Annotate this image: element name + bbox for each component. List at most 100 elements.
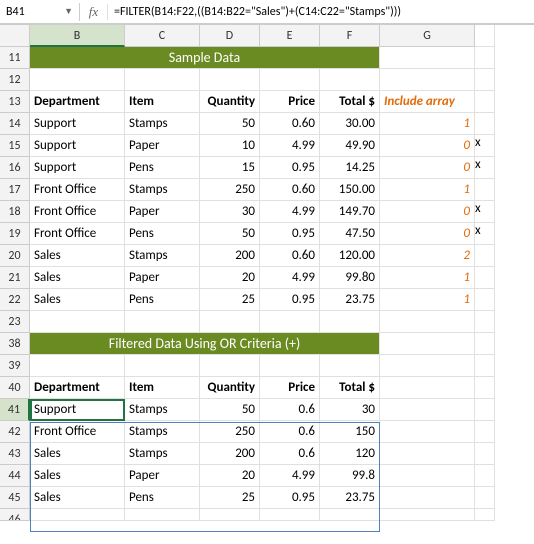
col-header-F[interactable]: F: [320, 25, 380, 47]
row-header-20[interactable]: 20: [0, 245, 30, 267]
cell[interactable]: [380, 465, 475, 487]
cell[interactable]: Sales: [30, 465, 125, 487]
cell[interactable]: Pens: [125, 223, 200, 245]
cell[interactable]: 200: [200, 443, 260, 465]
row-header-46[interactable]: 46: [0, 509, 30, 521]
row-header-14[interactable]: 14: [0, 113, 30, 135]
cell[interactable]: [320, 311, 380, 333]
cell[interactable]: [380, 333, 475, 355]
select-all-corner[interactable]: [0, 25, 30, 47]
cell[interactable]: 1: [380, 289, 475, 311]
cell[interactable]: 99.8: [320, 465, 380, 487]
cell[interactable]: 200: [200, 245, 260, 267]
cell[interactable]: [380, 311, 475, 333]
cell[interactable]: Sales: [30, 443, 125, 465]
cell[interactable]: [30, 355, 125, 377]
cell[interactable]: Pens: [125, 157, 200, 179]
cell[interactable]: 0.95: [260, 157, 320, 179]
chevron-down-icon[interactable]: ▼: [64, 6, 73, 17]
cell[interactable]: [200, 311, 260, 333]
cell[interactable]: 49.90: [320, 135, 380, 157]
cell[interactable]: 2: [380, 245, 475, 267]
cell[interactable]: 15: [200, 157, 260, 179]
header-include[interactable]: Include array: [380, 91, 475, 113]
cell[interactable]: 0: [380, 223, 475, 245]
cell[interactable]: [30, 311, 125, 333]
cell[interactable]: [260, 69, 320, 91]
row-header-40[interactable]: 40: [0, 377, 30, 399]
cell[interactable]: [320, 509, 380, 521]
row-header-38[interactable]: 38: [0, 333, 30, 355]
cell[interactable]: [125, 509, 200, 521]
cell[interactable]: [320, 69, 380, 91]
header-item[interactable]: Item: [125, 377, 200, 399]
cell[interactable]: 250: [200, 421, 260, 443]
cell[interactable]: 0.6: [260, 399, 320, 421]
cell[interactable]: [125, 311, 200, 333]
cell[interactable]: [30, 69, 125, 91]
row-header-18[interactable]: 18: [0, 201, 30, 223]
cell[interactable]: [320, 355, 380, 377]
cell[interactable]: 23.75: [320, 487, 380, 509]
cell[interactable]: 25: [200, 487, 260, 509]
cell[interactable]: 50: [200, 399, 260, 421]
row-header-11[interactable]: 11: [0, 47, 30, 69]
cell[interactable]: 10: [200, 135, 260, 157]
cell[interactable]: Front Office: [30, 223, 125, 245]
cell[interactable]: [380, 69, 475, 91]
cell[interactable]: 120.00: [320, 245, 380, 267]
cell[interactable]: Paper: [125, 465, 200, 487]
cell[interactable]: [380, 509, 475, 521]
col-header-D[interactable]: D: [200, 25, 260, 47]
cell[interactable]: 0: [380, 201, 475, 223]
cell[interactable]: 30.00: [320, 113, 380, 135]
cell[interactable]: 20: [200, 267, 260, 289]
header-item[interactable]: Item: [125, 91, 200, 113]
cell[interactable]: 14.25: [320, 157, 380, 179]
col-header-G[interactable]: G: [380, 25, 475, 47]
cell[interactable]: Stamps: [125, 421, 200, 443]
cell[interactable]: 50: [200, 223, 260, 245]
cell[interactable]: 0.95: [260, 223, 320, 245]
cell[interactable]: 150.00: [320, 179, 380, 201]
formula-bar[interactable]: =FILTER(B14:F22,((B14:B22="Sales")+(C14:…: [108, 3, 534, 21]
cell[interactable]: 30: [200, 201, 260, 223]
cell[interactable]: 0.6: [260, 443, 320, 465]
cell[interactable]: [380, 443, 475, 465]
row-header-12[interactable]: 12: [0, 69, 30, 91]
cell[interactable]: 0.95: [260, 487, 320, 509]
cell[interactable]: 50: [200, 113, 260, 135]
cell[interactable]: Support: [30, 157, 125, 179]
row-header-39[interactable]: 39: [0, 355, 30, 377]
row-header-19[interactable]: 19: [0, 223, 30, 245]
cell[interactable]: Front Office: [30, 421, 125, 443]
row-header-13[interactable]: 13: [0, 91, 30, 113]
cell[interactable]: 250: [200, 179, 260, 201]
cell[interactable]: 0.6: [260, 421, 320, 443]
cell[interactable]: 149.70: [320, 201, 380, 223]
cell[interactable]: [260, 509, 320, 521]
cell[interactable]: Support: [30, 113, 125, 135]
cell[interactable]: [260, 355, 320, 377]
cell[interactable]: Sales: [30, 245, 125, 267]
col-header-B[interactable]: B: [30, 25, 125, 47]
header-dept[interactable]: Department: [30, 377, 125, 399]
cell[interactable]: [380, 399, 475, 421]
cell[interactable]: 20: [200, 465, 260, 487]
cell[interactable]: 4.99: [260, 465, 320, 487]
cell[interactable]: [380, 421, 475, 443]
cell[interactable]: 0: [380, 157, 475, 179]
row-header-15[interactable]: 15: [0, 135, 30, 157]
row-header-42[interactable]: 42: [0, 421, 30, 443]
cell[interactable]: 23.75: [320, 289, 380, 311]
cell[interactable]: 25: [200, 289, 260, 311]
cell[interactable]: Support: [30, 135, 125, 157]
cell[interactable]: [200, 509, 260, 521]
header-dept[interactable]: Department: [30, 91, 125, 113]
col-header-E[interactable]: E: [260, 25, 320, 47]
cell[interactable]: Sales: [30, 289, 125, 311]
cell[interactable]: 0.60: [260, 179, 320, 201]
row-header-17[interactable]: 17: [0, 179, 30, 201]
row-header-43[interactable]: 43: [0, 443, 30, 465]
header-price[interactable]: Price: [260, 377, 320, 399]
